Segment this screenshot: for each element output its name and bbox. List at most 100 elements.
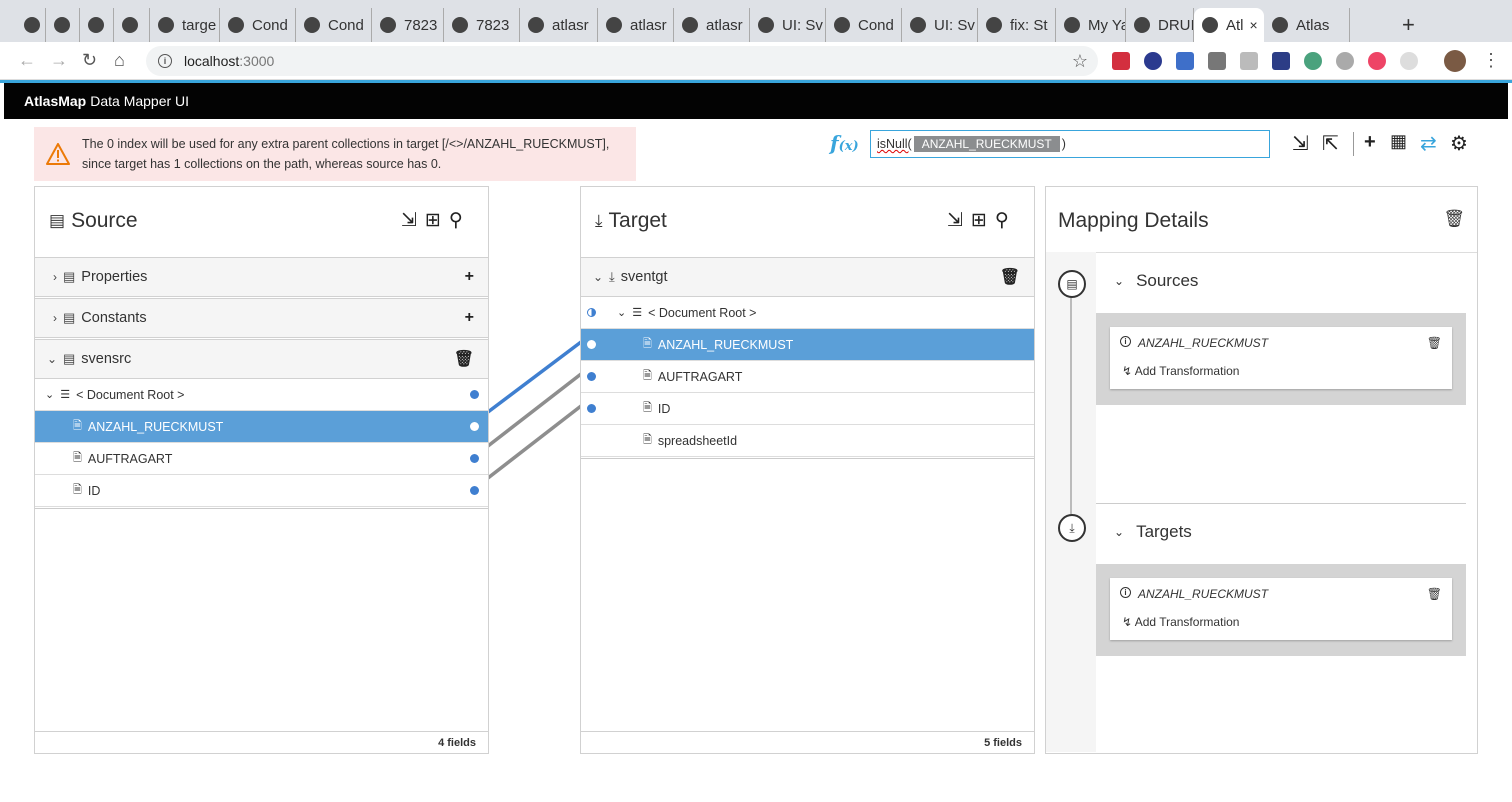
browser-tab[interactable]	[80, 8, 114, 42]
browser-tab[interactable]: fix: St	[978, 8, 1056, 42]
browser-tab[interactable]: Atl ×	[1194, 8, 1264, 42]
chevron-down-icon[interactable]: ⌄	[1114, 274, 1124, 288]
info-icon[interactable]: i	[1120, 587, 1131, 598]
add-property-icon[interactable]: +	[465, 268, 474, 286]
expression-field-token[interactable]: ANZAHL_RUECKMUST	[913, 136, 1060, 152]
connector-dot[interactable]	[470, 390, 479, 399]
chevron-down-icon[interactable]: ⌄	[617, 306, 626, 319]
add-transformation-link[interactable]: ↯ Add Transformation	[1122, 615, 1239, 629]
target-add-icon[interactable]: ⊞	[971, 209, 987, 232]
browser-tab[interactable]: Cond	[296, 8, 372, 42]
browser-tab[interactable]: Cond	[826, 8, 902, 42]
source-group-svensrc[interactable]: ⌄ ▤ svensrc 🗑	[35, 339, 488, 379]
site-info-icon[interactable]: i	[158, 54, 172, 68]
table-view-icon[interactable]: ▦	[1390, 131, 1407, 152]
show-lines-icon[interactable]: ⇄	[1420, 131, 1437, 156]
target-search-icon[interactable]: ⚲	[995, 209, 1009, 232]
browser-tab[interactable]	[46, 8, 80, 42]
remove-target-icon[interactable]: 🗑	[1427, 587, 1442, 601]
source-import-icon[interactable]: ⇲	[401, 209, 417, 232]
browser-tab[interactable]	[16, 8, 46, 42]
source-field-card[interactable]: i ANZAHL_RUECKMUST 🗑 ↯ Add Transformatio…	[1110, 327, 1452, 389]
connector-dot[interactable]	[470, 422, 479, 431]
info-icon[interactable]: i	[1120, 336, 1131, 347]
extension-gear-icon[interactable]	[1400, 52, 1418, 70]
source-group-properties[interactable]: › ▤ Properties +	[35, 257, 488, 297]
extension-b-icon[interactable]	[1240, 52, 1258, 70]
extension-badge-icon[interactable]	[1304, 52, 1322, 70]
connector-dot-half[interactable]	[587, 308, 596, 317]
forward-icon[interactable]: →	[50, 50, 68, 71]
export-icon[interactable]: ⇱	[1322, 131, 1339, 156]
delete-document-icon[interactable]: 🗑	[454, 349, 474, 369]
browser-tab[interactable]: Cond	[220, 8, 296, 42]
connector-dot[interactable]	[587, 404, 596, 413]
sources-section-header[interactable]: ⌄ Sources	[1114, 271, 1198, 291]
source-field-anzahl[interactable]: 🗎 ANZAHL_RUECKMUST	[35, 411, 488, 443]
chevron-right-icon[interactable]: ›	[35, 311, 57, 325]
connector-dot[interactable]	[587, 340, 596, 349]
source-document-root[interactable]: ⌄ ☰ < Document Root >	[35, 379, 488, 411]
home-icon[interactable]: ⌂	[114, 50, 125, 71]
target-field-id[interactable]: 🗎 ID	[581, 393, 1034, 425]
target-field-anzahl[interactable]: 🗎 ANZAHL_RUECKMUST	[581, 329, 1034, 361]
target-field-card[interactable]: i ANZAHL_RUECKMUST 🗑 ↯ Add Transformatio…	[1110, 578, 1452, 640]
browser-tab[interactable]: atlasr	[520, 8, 598, 42]
import-icon[interactable]: ⇲	[1292, 131, 1309, 156]
browser-tab[interactable]: atlasr	[598, 8, 674, 42]
source-field-id[interactable]: 🗎 ID	[35, 475, 488, 507]
extension-pdf-icon[interactable]	[1112, 52, 1130, 70]
chevron-down-icon[interactable]: ⌄	[1114, 525, 1124, 539]
target-import-icon[interactable]: ⇲	[947, 209, 963, 232]
bookmark-star-icon[interactable]: ☆	[1072, 51, 1088, 72]
settings-gear-icon[interactable]: ⚙	[1450, 131, 1468, 156]
source-field-auftragart[interactable]: 🗎 AUFTRAGART	[35, 443, 488, 475]
profile-avatar[interactable]	[1444, 50, 1466, 72]
browser-tab[interactable]: 7823	[372, 8, 444, 42]
address-bar[interactable]: i localhost:3000 ☆	[146, 46, 1098, 76]
browser-tab[interactable]	[114, 8, 150, 42]
mapping-details-panel: Mapping Details 🗑 ▤ ⤓ ⌄ Sources i ANZAHL…	[1045, 186, 1478, 754]
target-field-auftragart[interactable]: 🗎 AUFTRAGART	[581, 361, 1034, 393]
back-icon[interactable]: ←	[18, 50, 36, 71]
close-tab-icon[interactable]: ×	[1250, 17, 1258, 33]
delete-mapping-icon[interactable]: 🗑	[1443, 209, 1465, 229]
browser-tab[interactable]: targe	[150, 8, 220, 42]
connector-dot[interactable]	[470, 486, 479, 495]
add-transformation-link[interactable]: ↯ Add Transformation	[1122, 364, 1239, 378]
targets-section-header[interactable]: ⌄ Targets	[1114, 522, 1192, 542]
browser-tab[interactable]: Atlas	[1264, 8, 1350, 42]
browser-tab[interactable]: DRUI	[1126, 8, 1194, 42]
browser-tab[interactable]: UI: Sv	[750, 8, 826, 42]
chevron-down-icon[interactable]: ⌄	[45, 388, 54, 401]
browser-tab[interactable]: atlasr	[674, 8, 750, 42]
browser-menu-icon[interactable]: ⋮	[1482, 50, 1500, 71]
chevron-right-icon[interactable]: ›	[35, 270, 57, 284]
new-tab-button[interactable]: +	[1402, 12, 1415, 38]
extension-z-icon[interactable]	[1272, 52, 1290, 70]
connector-dot[interactable]	[587, 372, 596, 381]
target-field-spreadsheetid[interactable]: 🗎 spreadsheetId	[581, 425, 1034, 457]
extension-swirl-icon[interactable]	[1368, 52, 1386, 70]
browser-tab[interactable]: UI: Sv	[902, 8, 978, 42]
extension-leaf-icon[interactable]	[1336, 52, 1354, 70]
add-mapping-icon[interactable]: +	[1364, 131, 1376, 154]
chevron-down-icon[interactable]: ⌄	[581, 270, 603, 284]
source-add-icon[interactable]: ⊞	[425, 209, 441, 232]
extension-gift-icon[interactable]	[1208, 52, 1226, 70]
delete-document-icon[interactable]: 🗑	[1000, 267, 1020, 287]
chevron-down-icon[interactable]: ⌄	[35, 352, 57, 366]
source-search-icon[interactable]: ⚲	[449, 209, 463, 232]
target-group-sventgt[interactable]: ⌄ ⤓ sventgt 🗑	[581, 257, 1034, 297]
remove-source-icon[interactable]: 🗑	[1427, 336, 1442, 350]
reload-icon[interactable]: ↻	[82, 50, 97, 71]
browser-tab[interactable]: 7823	[444, 8, 520, 42]
source-group-constants[interactable]: › ▤ Constants +	[35, 298, 488, 338]
connector-dot[interactable]	[470, 454, 479, 463]
extension-f-icon[interactable]	[1144, 52, 1162, 70]
add-constant-icon[interactable]: +	[465, 309, 474, 327]
extension-screen-icon[interactable]	[1176, 52, 1194, 70]
expression-input[interactable]: isNull( ANZAHL_RUECKMUST )	[870, 130, 1270, 158]
browser-tab[interactable]: My Ya	[1056, 8, 1126, 42]
target-document-root[interactable]: ⌄ ☰ < Document Root >	[581, 297, 1034, 329]
